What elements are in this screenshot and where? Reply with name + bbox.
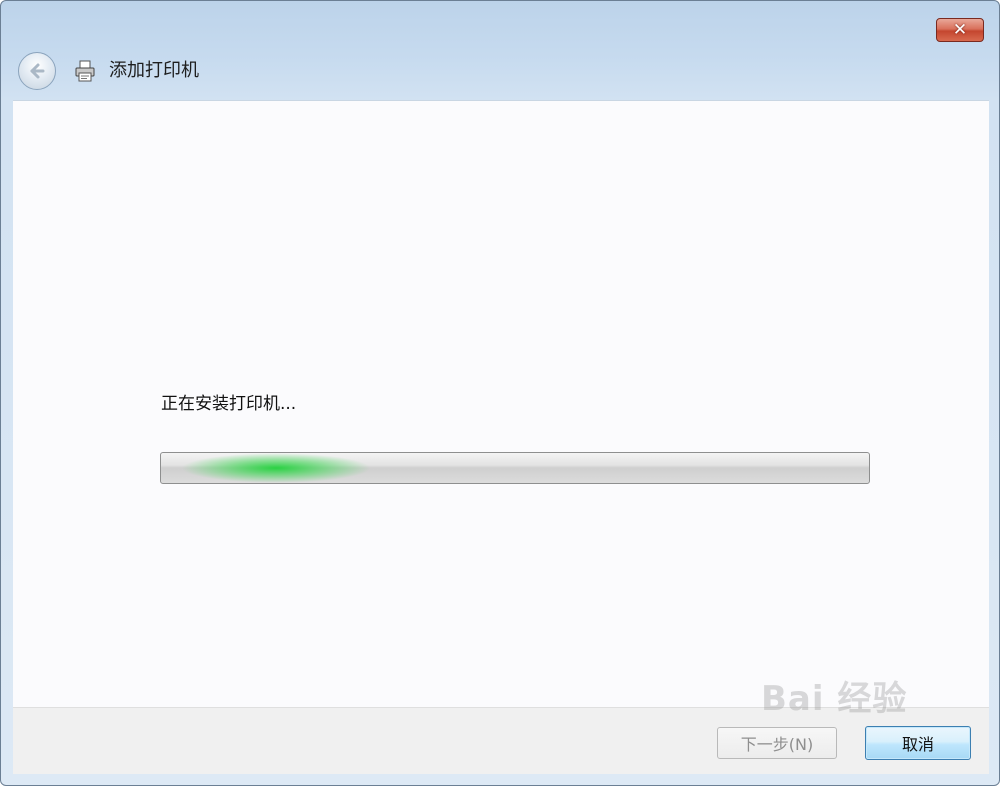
back-arrow-icon xyxy=(30,63,45,79)
add-printer-window: ✕ 添加打印机 正在安装打印机... 下一步(N) 取消 Bai 经验 xyxy=(0,0,1000,786)
install-status-text: 正在安装打印机... xyxy=(161,394,297,414)
close-button[interactable]: ✕ xyxy=(936,18,984,42)
back-button[interactable] xyxy=(18,52,56,90)
cancel-button[interactable]: 取消 xyxy=(865,726,971,760)
wizard-content: 正在安装打印机... xyxy=(13,100,989,708)
printer-icon xyxy=(75,60,95,82)
progress-marquee-glow xyxy=(181,453,371,483)
baidu-watermark: Bai 经验 xyxy=(761,679,908,719)
window-title: 添加打印机 xyxy=(109,60,199,81)
close-icon: ✕ xyxy=(952,19,968,40)
install-progress-bar xyxy=(160,452,870,484)
next-button[interactable]: 下一步(N) xyxy=(717,727,837,759)
